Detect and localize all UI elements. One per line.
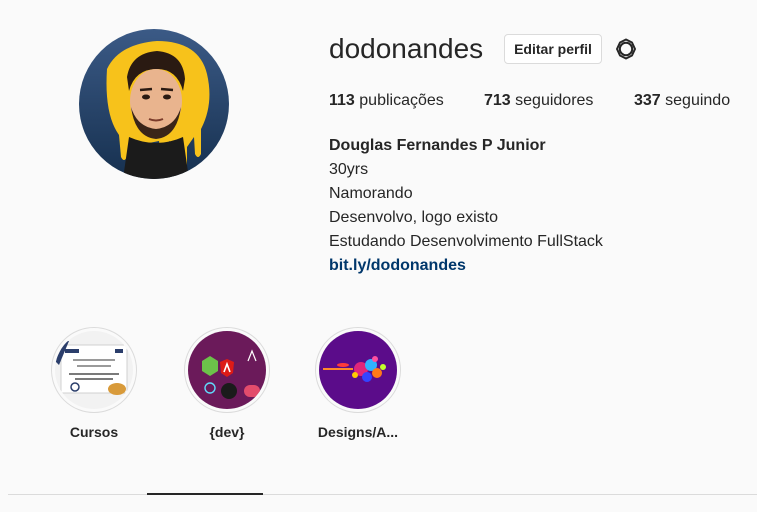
posts-count: 113 — [329, 92, 355, 109]
highlight-label: Cursos — [69, 424, 119, 440]
profile-username: dodonandes — [329, 33, 484, 64]
following-stat[interactable]: 337 seguindo — [634, 91, 730, 111]
posts-stat: 113 publicações — [329, 91, 444, 111]
following-label: seguindo — [665, 92, 731, 109]
highlight-designs[interactable]: Designs/A... — [315, 327, 401, 440]
bio-line: Estudando Desenvolvimento FullStack — [329, 233, 603, 250]
profile-bio: Douglas Fernandes P Junior 30yrs Namoran… — [329, 134, 603, 278]
gear-icon[interactable] — [614, 37, 638, 61]
followers-count: 713 — [484, 92, 511, 109]
tabs-divider — [8, 494, 757, 495]
highlight-cover — [184, 327, 270, 413]
bio-link[interactable]: bit.ly/dodonandes — [329, 257, 466, 274]
bio-line: Namorando — [329, 185, 413, 202]
bio-line: Desenvolvo, logo existo — [329, 209, 498, 226]
posts-label: publicações — [359, 92, 444, 109]
highlight-cover — [51, 327, 137, 413]
following-count: 337 — [634, 92, 661, 109]
profile-avatar[interactable] — [79, 29, 229, 179]
followers-label: seguidores — [515, 92, 594, 109]
highlight-label: {dev} — [209, 424, 245, 440]
highlight-label: Designs/A... — [317, 424, 399, 440]
highlight-cover — [315, 327, 401, 413]
edit-profile-button[interactable]: Editar perfil — [504, 34, 602, 64]
bio-line: 30yrs — [329, 161, 369, 178]
active-tab-indicator — [147, 493, 263, 495]
highlight-cursos[interactable]: Cursos — [51, 327, 137, 440]
profile-full-name: Douglas Fernandes P Junior — [329, 137, 546, 154]
highlight-dev[interactable]: {dev} — [184, 327, 270, 440]
followers-stat[interactable]: 713 seguidores — [484, 91, 593, 111]
